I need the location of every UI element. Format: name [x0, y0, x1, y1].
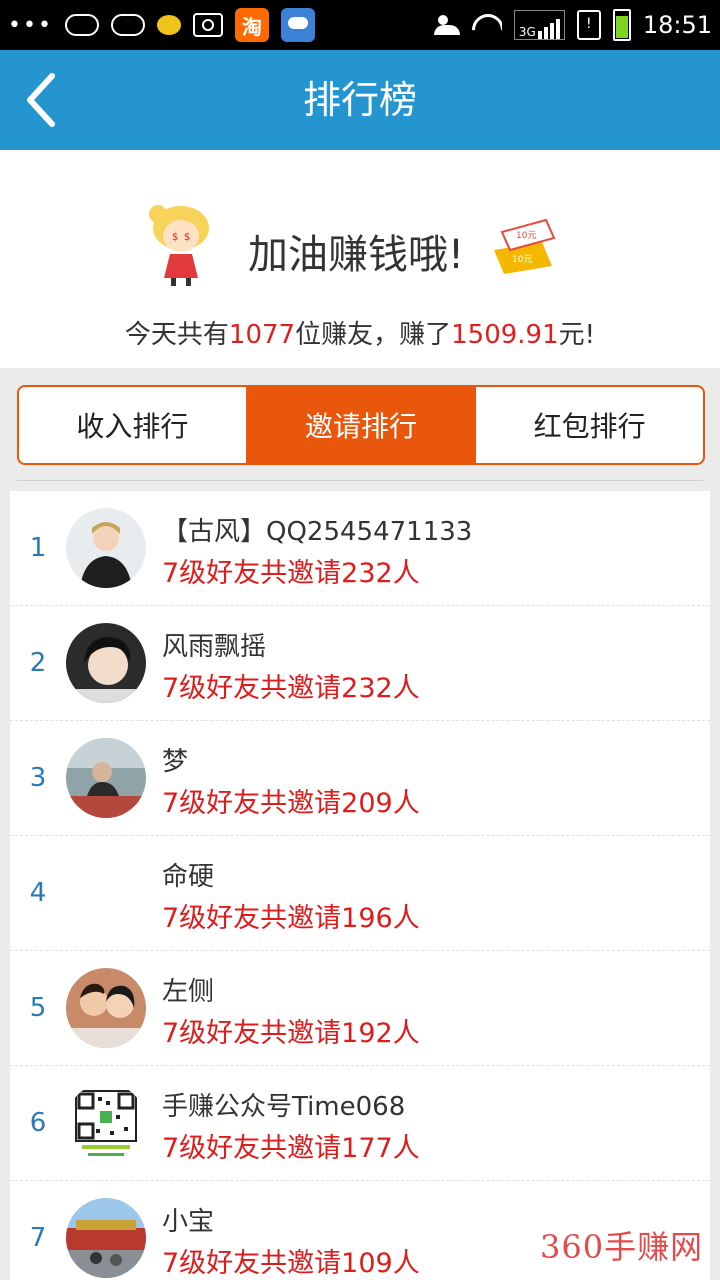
watermark: 360手赚网 — [540, 1228, 704, 1266]
list-item[interactable]: 5 左侧 7级好友共邀请192人 — [10, 951, 710, 1066]
svg-text:10元: 10元 — [516, 231, 536, 241]
divider — [17, 480, 703, 481]
clock: 18:51 — [642, 11, 712, 39]
person-icon — [433, 15, 460, 35]
summary-prefix: 今天共有 — [124, 320, 229, 350]
invite-count: 7级好友共邀请192人 — [162, 1018, 420, 1049]
avatar — [66, 1198, 146, 1278]
network-type: 3G — [518, 25, 536, 39]
avatar — [66, 968, 146, 1048]
taobao-icon: 淘 — [234, 8, 269, 42]
user-name: 小宝 — [162, 1207, 215, 1237]
invite-count: 7级好友共邀请196人 — [162, 903, 420, 934]
list-item[interactable]: 6 手赚公众号Time068 7级好友共邀请177人 — [10, 1066, 710, 1181]
chevron-left-icon[interactable] — [22, 70, 62, 130]
avatar — [66, 623, 146, 703]
user-name: 风雨飘摇 — [162, 632, 267, 662]
user-name: 【古风】QQ2545471133 — [162, 517, 473, 547]
invite-count: 7级好友共邀请177人 — [162, 1133, 420, 1164]
earnings-summary: 今天共有1077位赚友，赚了1509.91元! — [0, 314, 720, 351]
rank-number: 5 — [29, 993, 47, 1023]
rank-number: 2 — [29, 648, 47, 678]
qr-code-avatar — [66, 1083, 146, 1163]
svg-text:10元: 10元 — [512, 255, 532, 265]
rank-number: 7 — [29, 1223, 47, 1253]
rank-number: 4 — [29, 878, 47, 908]
ranking-tabs: 收入排行 邀请排行 红包排行 — [17, 385, 705, 465]
user-name: 命硬 — [162, 862, 215, 892]
summary-suffix: 元! — [558, 320, 596, 350]
status-bar: ••• 淘 3G ! 18:51 — [0, 0, 720, 50]
rank-number: 6 — [29, 1108, 47, 1138]
user-name: 手赚公众号Time068 — [162, 1092, 406, 1122]
user-count: 1077 — [228, 320, 296, 350]
list-item[interactable]: 3 梦 7级好友共邀请209人 — [10, 721, 710, 836]
list-item[interactable]: 1 【古风】QQ2545471133 7级好友共邀请232人 — [10, 491, 710, 606]
user-name: 梦 — [162, 747, 189, 777]
weather-icon — [280, 8, 315, 42]
ranking-list: 1 【古风】QQ2545471133 7级好友共邀请232人 2 风雨飘摇 7级… — [10, 491, 710, 1280]
app-header: 排行榜 — [0, 50, 720, 150]
svg-text:$: $ — [172, 232, 178, 243]
coupon-icon: 10元 10元 — [494, 218, 556, 274]
chat-bubble-icon — [156, 15, 181, 35]
invite-count: 7级好友共邀请109人 — [162, 1248, 420, 1279]
page-title: 排行榜 — [302, 78, 417, 122]
invite-count: 7级好友共邀请232人 — [162, 673, 420, 704]
tab-income-ranking[interactable]: 收入排行 — [19, 387, 246, 463]
earned-amount: 1509.91 — [451, 320, 559, 350]
user-name: 左侧 — [162, 977, 215, 1007]
slogan: 加油赚钱哦! — [248, 232, 465, 278]
cloud-outline-icon — [110, 14, 145, 36]
cloud-icon — [64, 14, 99, 36]
more-dots-icon: ••• — [8, 12, 53, 38]
invite-count: 7级好友共邀请209人 — [162, 788, 420, 819]
signal-icon: 3G — [513, 10, 565, 40]
rank-number: 3 — [29, 763, 47, 793]
tab-redpacket-ranking[interactable]: 红包排行 — [474, 387, 703, 463]
list-item[interactable]: 4 命硬 7级好友共邀请196人 — [10, 836, 710, 951]
tab-invite-ranking[interactable]: 邀请排行 — [245, 387, 475, 463]
sim-alert-icon: ! — [576, 10, 601, 40]
wifi-icon — [472, 14, 502, 36]
summary-middle: 位赚友，赚了 — [295, 320, 452, 350]
avatar — [66, 738, 146, 818]
camera-icon — [192, 13, 223, 37]
summary-banner: $ $ 加油赚钱哦! 10元 10元 今天共有1077位赚友，赚了1509.91… — [0, 150, 720, 368]
invite-count: 7级好友共邀请232人 — [162, 558, 420, 589]
mascot-girl-icon: $ $ — [149, 205, 209, 286]
list-item[interactable]: 2 风雨飘摇 7级好友共邀请232人 — [10, 606, 710, 721]
svg-text:$: $ — [184, 232, 190, 243]
avatar — [66, 508, 146, 588]
rank-number: 1 — [29, 533, 47, 563]
battery-icon — [612, 9, 631, 41]
